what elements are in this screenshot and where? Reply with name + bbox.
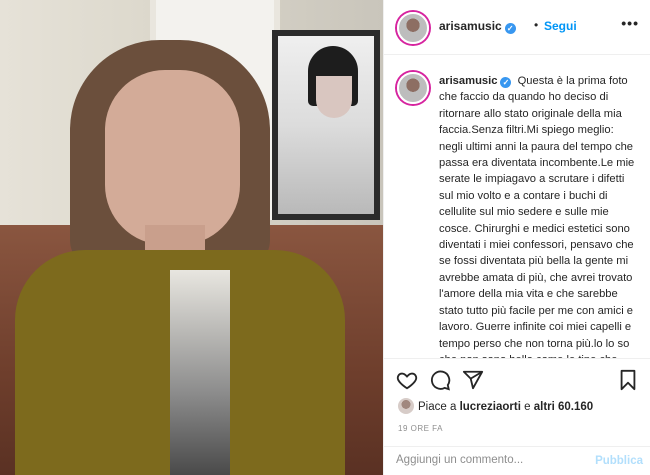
comment-icon[interactable] — [429, 369, 451, 391]
likes-and: e — [524, 401, 531, 413]
photo-subject-face — [105, 70, 240, 245]
post-photo[interactable] — [0, 0, 383, 475]
post-caption: arisamusic ✓ Questa è la prima foto che f… — [439, 73, 639, 358]
caption-username-text[interactable]: arisamusic — [439, 75, 497, 87]
heart-icon[interactable] — [396, 369, 418, 391]
more-options-icon[interactable]: ••• — [621, 15, 639, 31]
separator-dot: • — [534, 18, 539, 32]
caption-area[interactable]: arisamusic ✓ Questa è la prima foto che f… — [384, 56, 650, 358]
publish-button[interactable]: Pubblica — [595, 455, 643, 467]
bookmark-icon[interactable] — [617, 369, 639, 391]
verified-badge-icon: ✓ — [504, 23, 516, 34]
post-actions — [384, 358, 650, 400]
liker-username[interactable]: lucreziaorti — [460, 401, 521, 413]
liker-avatar[interactable] — [398, 398, 414, 414]
send-icon[interactable] — [462, 369, 484, 391]
likes-prefix: Piace a — [418, 401, 457, 413]
likes-others-link[interactable]: altri 60.160 — [534, 401, 593, 413]
comment-input[interactable] — [396, 454, 586, 466]
comment-bar: Pubblica — [384, 446, 650, 475]
post-panel: arisamusic ✓ • Segui ••• arisamusic ✓ Ques… — [383, 0, 650, 475]
caption-author-username[interactable]: arisamusic ✓ — [439, 75, 512, 88]
likes-summary: Piace a lucreziaorti e altri 60.160 — [398, 398, 593, 418]
caption-text: Questa è la prima foto che faccio da qua… — [439, 75, 635, 358]
caption-author-avatar[interactable] — [397, 72, 429, 104]
author-avatar[interactable] — [397, 12, 429, 44]
follow-button[interactable]: Segui — [544, 19, 577, 33]
post-header: arisamusic ✓ • Segui ••• — [384, 0, 650, 55]
caption-verified-badge-icon: ✓ — [500, 77, 512, 88]
photo-wall-portrait — [272, 30, 380, 220]
author-username-text[interactable]: arisamusic — [439, 19, 502, 33]
author-username[interactable]: arisamusic ✓ — [439, 19, 516, 34]
photo-subject-tshirt — [170, 270, 230, 475]
post-timestamp[interactable]: 19 ORE FA — [398, 424, 443, 433]
